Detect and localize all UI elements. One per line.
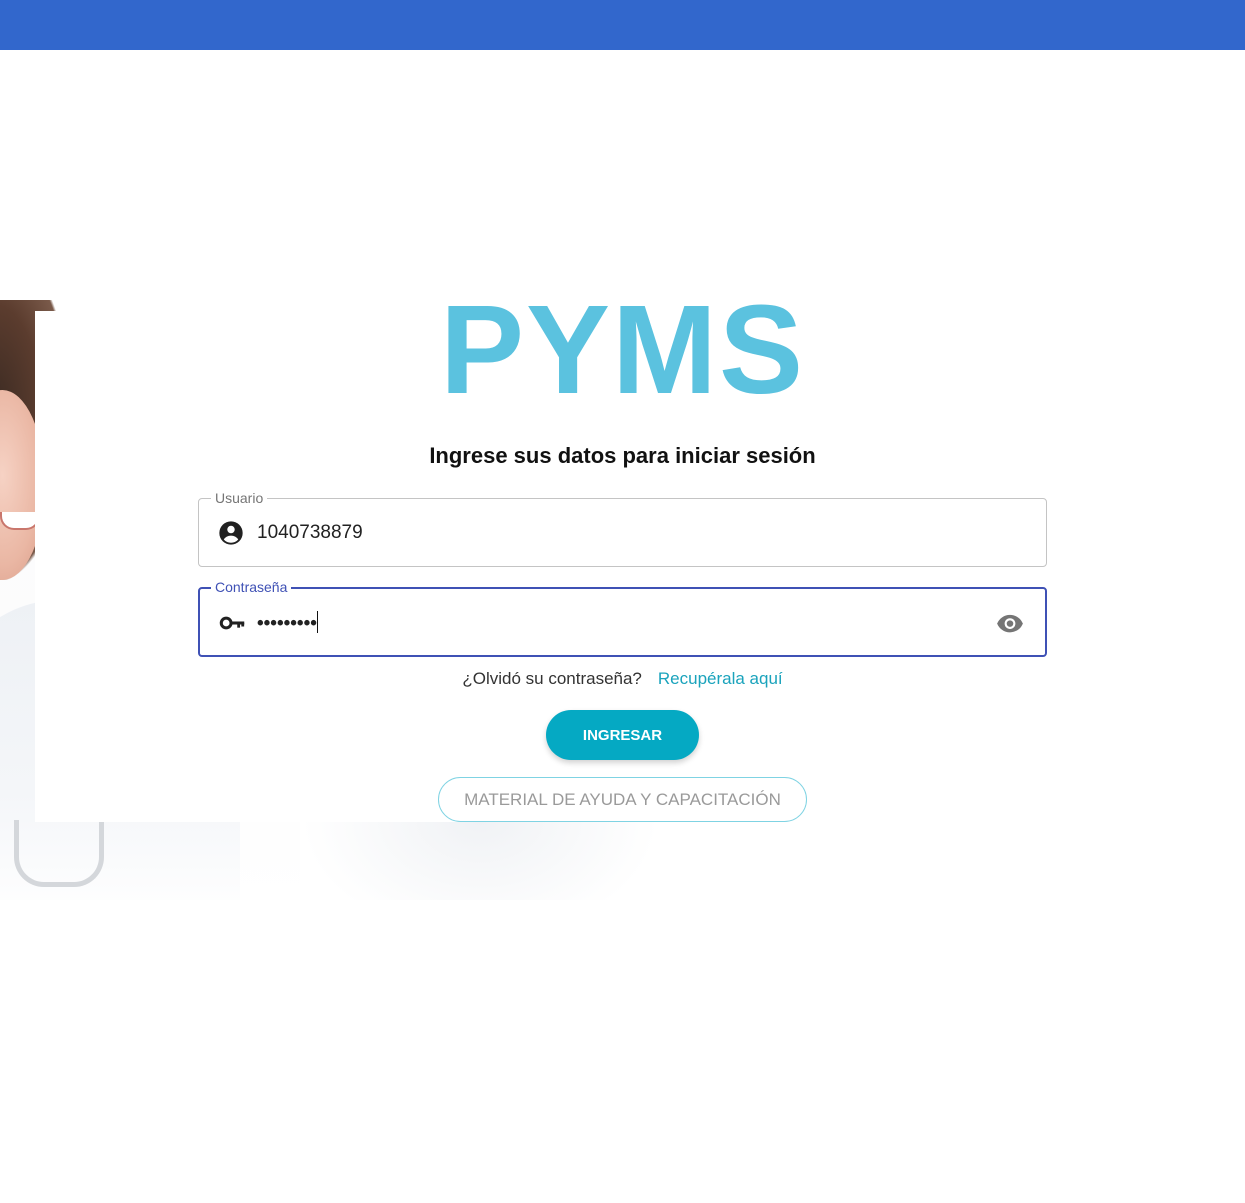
password-input[interactable]: •••••••••	[257, 611, 318, 636]
top-bar	[0, 0, 1245, 50]
eye-icon[interactable]	[995, 609, 1025, 637]
help-material-button[interactable]: MATERIAL DE AYUDA Y CAPACITACIÓN	[438, 777, 807, 822]
username-label: Usuario	[211, 489, 268, 507]
login-subtitle: Ingrese sus datos para iniciar sesión	[429, 443, 816, 468]
password-label: Contraseña	[211, 578, 292, 596]
app-logo: PYMS	[439, 279, 806, 420]
password-field[interactable]: Contraseña •••••••••	[198, 578, 1047, 657]
photo-smile	[0, 512, 40, 530]
forgot-password-text: ¿Olvidó su contraseña?	[462, 669, 642, 688]
recover-password-link[interactable]: Recupérala aquí	[658, 669, 783, 688]
text-caret	[316, 611, 318, 633]
username-input[interactable]: 1040738879	[257, 521, 363, 545]
account-circle-icon	[217, 519, 245, 547]
login-button[interactable]: INGRESAR	[546, 710, 699, 760]
photo-stethoscope	[14, 820, 104, 887]
username-field[interactable]: Usuario 1040738879	[198, 489, 1047, 567]
password-mask: •••••••••	[257, 613, 317, 634]
forgot-password-row: ¿Olvidó su contraseña? Recupérala aquí	[0, 669, 1245, 689]
key-icon	[218, 609, 246, 637]
